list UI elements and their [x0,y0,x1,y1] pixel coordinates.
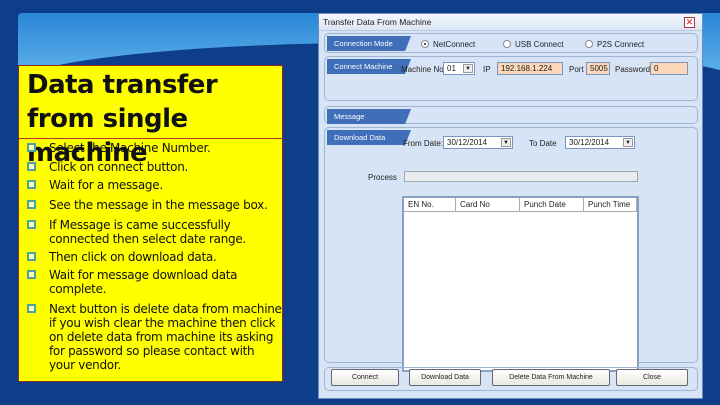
bullet-item: Wait for a message. [27,178,282,192]
checkbox-bullet-icon [27,162,36,171]
checkbox-bullet-icon [27,200,36,209]
checkbox-bullet-icon [27,180,36,189]
punch-data-grid[interactable]: EN No. Card No Punch Date Punch Time [402,196,639,372]
dialog-title: Transfer Data From Machine [319,14,702,31]
radio-p2s-connect[interactable]: P2S Connect [585,40,644,49]
port-field[interactable]: 5005 [586,62,610,75]
section-tag: Download Data [327,130,411,145]
bullet-item: See the message in the message box. [27,198,282,212]
checkbox-bullet-icon [27,270,36,279]
column-header[interactable]: Card No [456,198,520,211]
close-icon[interactable]: ✕ [684,17,695,28]
ip-field[interactable]: 192.168.1.224 [497,62,563,75]
section-tag: Connect Machine [327,59,411,74]
bullet-item: Wait for message download data complete. [27,268,282,296]
chevron-down-icon: ▼ [501,138,511,147]
bullet-item: Select the Machine Number. [27,141,282,155]
section-tag: Message [327,109,411,124]
section-tag: Connection Mode [327,36,411,51]
transfer-dialog: Transfer Data From Machine ✕ Connection … [318,13,703,399]
connect-machine-section: Connect Machine Machine No. 01 ▼ IP 192.1… [324,56,698,101]
bullet-item: Then click on download data. [27,250,282,264]
column-header[interactable]: EN No. [404,198,456,211]
chevron-down-icon: ▼ [623,138,633,147]
chevron-down-icon: ▼ [463,64,473,73]
checkbox-bullet-icon [27,220,36,229]
delete-data-button[interactable]: Delete Data From Machine [492,369,610,386]
checkbox-bullet-icon [27,143,36,152]
checkbox-bullet-icon [27,304,36,313]
slide-title: Data transfer from single machine [19,66,282,168]
from-date-picker[interactable]: 30/12/2014 ▼ [443,136,513,149]
bullet-item: Click on connect button. [27,160,282,174]
column-header[interactable]: Punch Date [520,198,584,211]
connection-mode-section: Connection Mode NetConnect USB Connect P… [324,33,698,53]
password-field[interactable]: 0 [650,62,688,75]
radio-netconnect[interactable]: NetConnect [421,40,475,49]
download-data-button[interactable]: Download Data [409,369,481,386]
instruction-box: Data transfer from single machine Select… [18,65,283,382]
radio-usb-connect[interactable]: USB Connect [503,40,563,49]
bullet-item: If Message is came successfully connecte… [27,218,282,246]
column-header[interactable]: Punch Time [584,198,637,211]
machine-no-select[interactable]: 01 ▼ [443,62,475,75]
bullet-item: Next button is delete data from machine … [27,302,282,372]
close-button[interactable]: Close [616,369,688,386]
connect-button[interactable]: Connect [331,369,399,386]
to-date-picker[interactable]: 30/12/2014 ▼ [565,136,635,149]
message-section: Message [324,106,698,124]
checkbox-bullet-icon [27,252,36,261]
process-progress-bar [404,171,638,182]
